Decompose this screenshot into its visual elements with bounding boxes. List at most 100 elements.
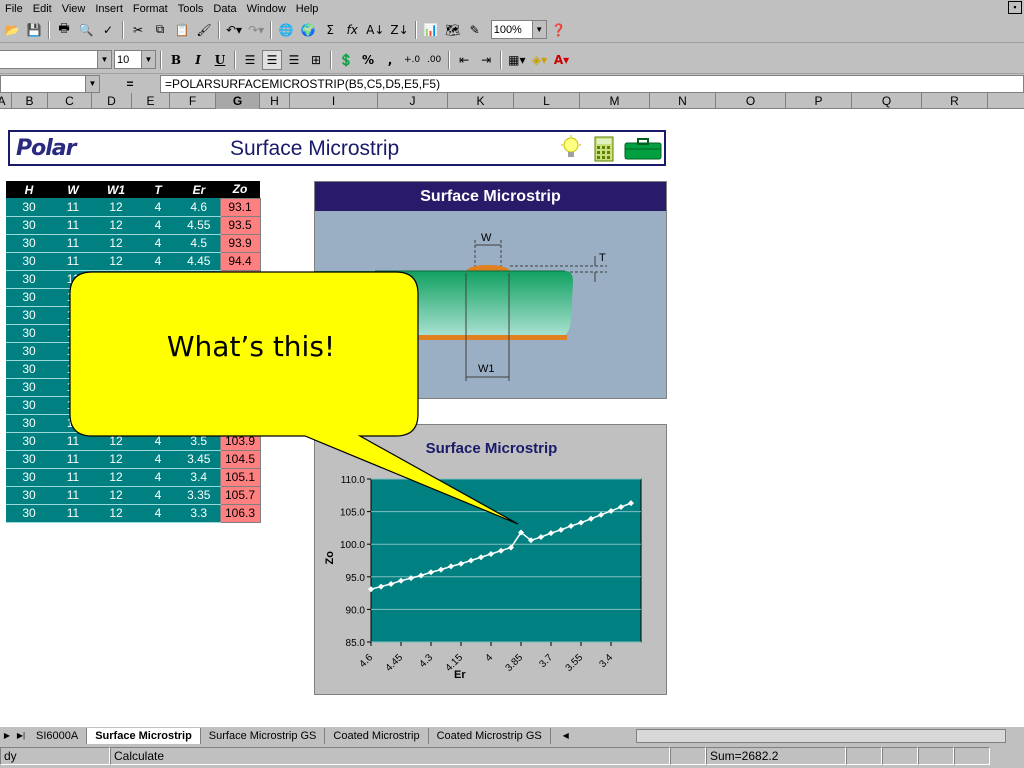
undo-icon[interactable]: ↶▾ [224,20,244,40]
font-color-icon[interactable]: A▾ [552,50,572,70]
table-cell[interactable]: 3.4 [178,468,220,487]
table-cell[interactable]: 11 [52,216,94,235]
table-cell[interactable]: 30 [6,288,52,307]
table-cell[interactable]: 30 [6,360,52,379]
table-cell[interactable]: 94.4 [219,251,261,271]
decrease-indent-icon[interactable]: ⇤ [454,50,474,70]
table-cell[interactable]: 12 [94,378,138,397]
table-cell[interactable]: 11 [52,252,94,271]
column-header[interactable]: P [786,93,852,109]
table-cell[interactable]: 11 [52,378,94,397]
table-cell[interactable]: 12 [94,468,138,487]
print-icon[interactable]: 🖶 [54,20,74,40]
table-cell[interactable]: 11 [52,342,94,361]
italic-button[interactable]: I [188,50,208,70]
table-cell[interactable]: 3.65 [178,378,220,397]
web-toolbar-icon[interactable]: 🌍 [298,20,318,40]
zoom-select[interactable]: 100% ▼ [490,20,547,39]
font-name-select[interactable]: ▼ [0,50,112,69]
table-cell[interactable]: 102.8 [219,395,261,415]
table-cell[interactable]: 102.2 [219,377,261,397]
chevron-down-icon[interactable]: ▼ [85,75,99,92]
table-cell[interactable]: 105.7 [219,485,261,505]
table-cell[interactable]: 4 [138,234,178,253]
align-center-icon[interactable]: ☰ [262,49,282,70]
table-cell[interactable]: 30 [6,216,52,235]
table-cell[interactable]: 12 [94,360,138,379]
menu-item-insert[interactable]: Insert [90,3,128,15]
table-cell[interactable]: 3.75 [178,342,220,361]
table-cell[interactable]: 4 [138,378,178,397]
format-painter-icon[interactable]: 🖌 [194,20,214,40]
table-cell[interactable]: 4 [138,360,178,379]
menu-item-format[interactable]: Format [128,3,173,15]
table-cell[interactable]: 3.9 [178,288,220,307]
table-cell[interactable]: 11 [52,396,94,415]
sort-descending-icon[interactable]: Z↓ [388,20,410,40]
table-cell[interactable]: 4 [138,216,178,235]
print-preview-icon[interactable]: 🔍 [76,20,96,40]
table-cell[interactable]: 30 [6,378,52,397]
table-cell[interactable]: 4 [138,486,178,505]
merge-center-icon[interactable]: ⊞ [306,50,326,70]
map-icon[interactable]: 🗺 [443,20,463,40]
table-cell[interactable]: 30 [6,252,52,271]
table-cell[interactable]: 99.5 [219,287,261,307]
column-header[interactable]: C [48,93,92,109]
lightbulb-icon[interactable] [560,135,582,161]
table-cell[interactable]: 11 [52,468,94,487]
table-cell[interactable]: 30 [6,468,52,487]
table-cell[interactable]: 11 [52,414,94,433]
column-header[interactable]: A [0,93,12,109]
chevron-down-icon[interactable]: ▼ [97,51,111,68]
table-cell[interactable]: 4 [138,288,178,307]
table-cell[interactable]: 12 [94,504,138,523]
table-cell[interactable]: 11 [52,504,94,523]
function-wizard-button[interactable]: fx [342,20,362,40]
table-cell[interactable]: 3.5 [178,432,220,451]
copy-icon[interactable]: ⧉ [150,20,170,40]
table-cell[interactable]: 12 [94,342,138,361]
next-sheet-icon[interactable]: ▶ [0,729,14,743]
autosum-button[interactable]: Σ [320,20,340,40]
table-cell[interactable]: 4 [138,414,178,433]
table-cell[interactable]: 3.35 [178,486,220,505]
table-cell[interactable]: 11 [94,306,138,325]
decrease-decimal-icon[interactable]: .00 [424,50,444,70]
zo-chart[interactable]: Surface Microstrip 85.0 90.0 95.0 100.0 105.… [314,424,667,695]
column-header[interactable]: E [132,93,170,109]
align-right-icon[interactable]: ☰ [284,50,304,70]
table-cell[interactable]: 4 [138,324,178,343]
table-cell[interactable]: 101.8 [219,305,261,325]
chart-wizard-icon[interactable]: 📊 [421,20,441,40]
table-cell[interactable]: 4 [138,270,178,289]
chevron-down-icon[interactable]: ▼ [141,51,155,68]
table-cell[interactable]: 103.3 [219,413,261,433]
table-cell[interactable]: 30 [6,396,52,415]
table-cell[interactable]: 3.8 [178,324,220,343]
table-cell[interactable]: 11 [52,486,94,505]
table-cell[interactable]: 11 [52,360,94,379]
column-header[interactable]: L [514,93,580,109]
table-cell[interactable]: 30 [6,450,52,469]
menu-item-edit[interactable]: Edit [28,3,57,15]
column-header[interactable]: B [12,93,48,109]
comma-button[interactable]: , [380,50,400,70]
sheet-tab[interactable]: Surface Microstrip GS [201,727,326,744]
column-header[interactable]: H [260,93,290,109]
column-header[interactable]: K [448,93,514,109]
table-cell[interactable]: 12 [94,288,138,307]
menu-item-tools[interactable]: Tools [173,3,209,15]
paste-icon[interactable]: 📋 [172,20,192,40]
table-cell[interactable]: 101.1 [219,341,261,361]
increase-indent-icon[interactable]: ⇥ [476,50,496,70]
table-cell[interactable]: 11 [52,324,94,343]
table-cell[interactable]: 3.6 [178,396,220,415]
table-cell[interactable]: 12 [94,216,138,235]
table-cell[interactable]: 30 [6,270,52,289]
table-cell[interactable]: 12 [94,198,138,217]
column-header[interactable]: D [92,93,132,109]
table-cell[interactable]: 11 [52,198,94,217]
table-cell[interactable]: 12 [94,486,138,505]
column-header[interactable]: J [378,93,448,109]
